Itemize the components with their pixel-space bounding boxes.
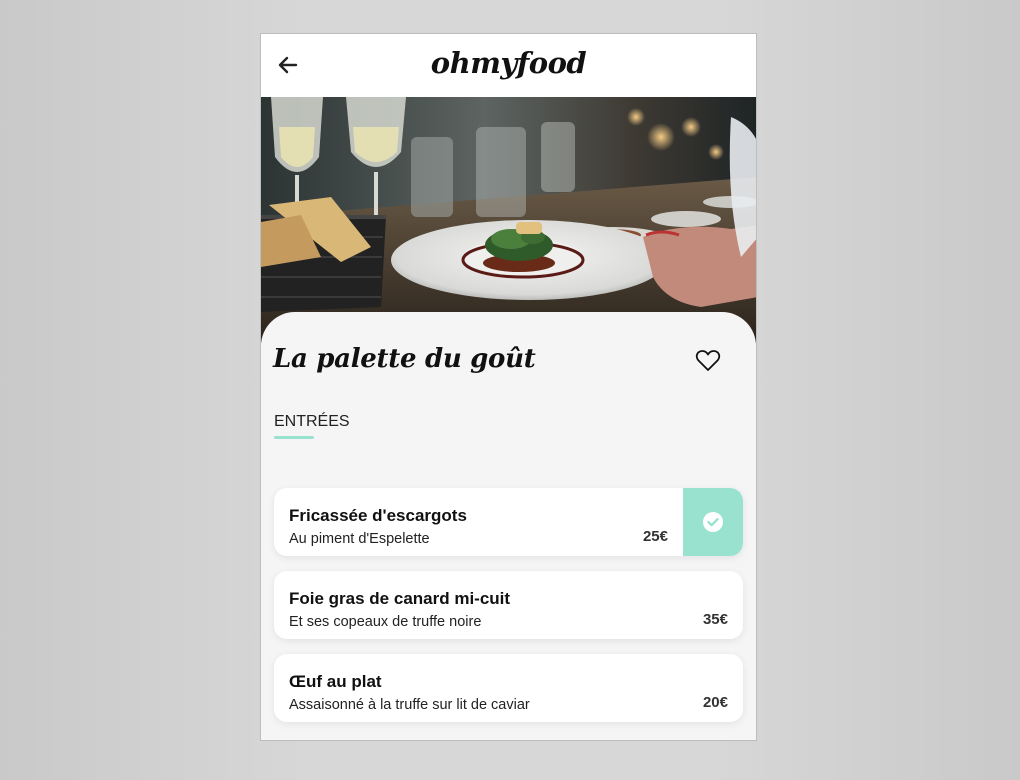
heart-outline-icon [695,350,721,371]
hero-image [261,97,756,343]
menu-item[interactable]: Foie gras de canard mi-cuit Et ses copea… [274,571,743,639]
app-logo[interactable]: ohmyfood [261,46,756,80]
menu-item-price: 25€ [642,528,668,545]
phone-screen: ohmyfood La palette du goût ENTRÉES Fric… [260,33,757,741]
section-underline [274,436,314,439]
menu-item-name: Fricassée d'escargots [289,506,467,525]
section-label-entrees: ENTRÉES [274,413,350,430]
menu-item-price: 20€ [702,694,728,711]
menu-item-price: 35€ [702,611,728,628]
menu-item-name: Foie gras de canard mi-cuit [289,589,511,608]
menu-item-description: Et ses copeaux de truffe noire [289,614,482,630]
restaurant-sheet: La palette du goût ENTRÉES Fricassée d'e… [261,312,756,740]
menu-item-description: Assaisonné à la truffe sur lit de caviar [289,697,530,713]
menu-item[interactable]: Fricassée d'escargots Au piment d'Espele… [274,488,743,556]
menu-item[interactable]: Œuf au plat Assaisonné à la truffe sur l… [274,654,743,722]
favorite-button[interactable] [695,348,721,374]
restaurant-name: La palette du goût [273,344,536,374]
check-circle-icon [703,512,723,532]
app-header: ohmyfood [261,34,756,97]
menu-item-name: Œuf au plat [289,672,382,691]
menu-item-description: Au piment d'Espelette [289,531,430,547]
selected-indicator[interactable] [683,488,743,556]
